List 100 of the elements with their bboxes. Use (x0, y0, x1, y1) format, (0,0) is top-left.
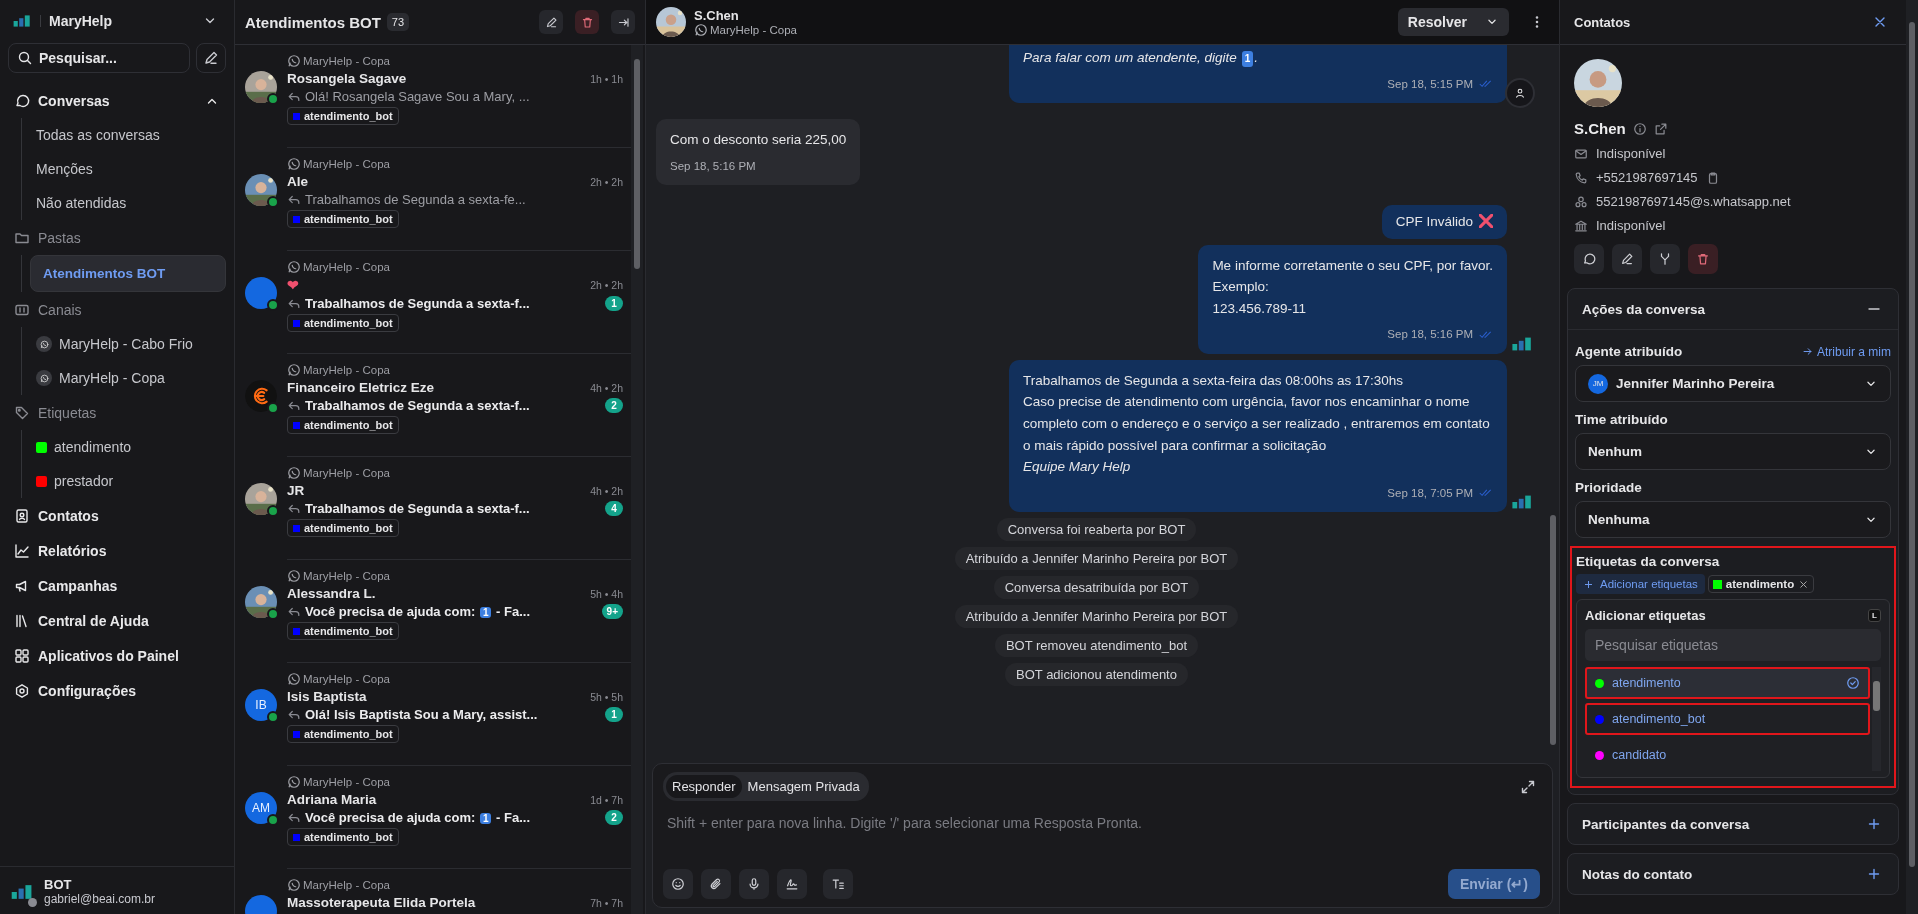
activity-message: Conversa foi reaberta por BOT (996, 518, 1197, 542)
nav-item[interactable]: Relatórios (8, 533, 226, 568)
search-field[interactable]: Pesquisar etiquetas (1585, 629, 1881, 661)
nav-item[interactable]: Aplicativos do Painel (8, 638, 226, 673)
contact-identifier: 5521987697145@s.whatsapp.net (1596, 194, 1791, 209)
avatar-initials: AM (245, 792, 277, 824)
list-title: Atendimentos BOT (245, 13, 381, 31)
add-labels-button[interactable]: Adicionar etiquetas (1576, 574, 1705, 594)
section-title: Notas do contato (1582, 866, 1693, 882)
message-preview: Trabalhamos de Segunda a sexta-f... (305, 501, 530, 516)
section-label: Pastas (38, 229, 82, 246)
conversation-item[interactable]: MaryHelp - Copa Financeiro Eletricz Eze 4h • 2h Trabalhamos de Segunda a sexta-f... 2 atendimento_bot (235, 354, 631, 457)
label-option[interactable]: atendimento (1585, 667, 1870, 699)
nav-item[interactable]: Configurações (8, 673, 226, 708)
conversation-item[interactable]: IB MaryHelp - Copa Isis Baptista 5h • 5h Olá! Isis Baptista Sou a Mary, assist... 1 atendimento_bot (235, 663, 631, 766)
agent-select[interactable]: JM Jennifer Marinho Pereira (1575, 365, 1891, 402)
timestamp: 1h • 1h (590, 72, 623, 85)
incoming-message: Com o desconto seria 225,00 Sep 18, 5:16 PM (656, 119, 861, 185)
timestamp: 1d • 7h (590, 793, 623, 806)
reply-box[interactable]: Responder Mensagem Privada Shift + enter para nova linha. Digite '/' para selecionar uma Resposta Pronta. Enviar (↵) (652, 763, 1553, 908)
outgoing-message: CPF Inválido (1381, 204, 1507, 239)
nav-group-item[interactable]: Conversas (8, 83, 226, 118)
conversation-label: atendimento_bot (287, 210, 399, 228)
conversation-item[interactable]: AM MaryHelp - Copa Adriana Maria 1d • 7h Você precisa de ajuda com: 1 - Fa... 2 atendimento_bot (235, 766, 631, 869)
timestamp: 4h • 2h (590, 381, 623, 394)
unread-count: 2 (605, 398, 623, 413)
channel-name: MaryHelp - Copa (287, 569, 623, 583)
unread-count: 9+ (601, 604, 623, 619)
conversation-item[interactable]: MaryHelp - Copa ❤ 2h • 2h Trabalhamos de Segunda a sexta-f... 1 atendimento_bot (235, 251, 631, 354)
nav-item[interactable]: Campanhas (8, 568, 226, 603)
outgoing-message: Trabalhamos de Segunda a sexta-feira das 08:00hs as 17:30hs Caso precise de atendimento com urgência, favor nos encaminhar o nome completo com o endereço e o serviço a ser realizado , entraremos em contato o mais rápido possível para confirmar a solicitação Equipe Mary Help Sep 18, 7:05 PM (1009, 359, 1507, 513)
section-label: Etiquetas (38, 404, 98, 421)
message-preview: Trabalhamos de Segunda a sexta-f... (305, 398, 530, 413)
search-button[interactable]: Pesquisar... (8, 43, 190, 73)
conversation-item[interactable]: MaryHelp - Copa Alessandra L. 5h • 4h Você precisa de ajuda com: 1 - Fa... 9+ atendimento_bot (235, 560, 631, 663)
conversation-item[interactable]: MaryHelp - Copa Rosangela Sagave 1h • 1h Olá! Rosangela Sagave Sou a Mary, ... atendimento_bot (235, 45, 631, 148)
account-name: MaryHelp (49, 13, 114, 29)
outgoing-message: Me informe corretamente o seu CPF, por favor. Exemplo: 123.456.789-11 Sep 18, 5:16 PM (1198, 244, 1507, 354)
channel-name: MaryHelp - Copa (287, 672, 623, 686)
conversation-label: atendimento_bot (287, 622, 399, 640)
message-preview: Olá! Rosangela Sagave Sou a Mary, ... (305, 89, 530, 104)
contact-name: JR (287, 483, 306, 498)
unread-count: 2 (605, 810, 623, 825)
collapsible-section[interactable]: Participantes da conversa (1567, 803, 1899, 845)
contact-email: Indisponível (1596, 146, 1666, 161)
collapsible-section[interactable]: Notas do contato (1567, 853, 1899, 895)
section-title: Ações da conversa (1582, 301, 1706, 317)
message-input[interactable]: Shift + enter para nova linha. Digite '/' para selecionar uma Resposta Pronta. (663, 801, 1540, 869)
channel-name: MaryHelp - Copa (287, 260, 623, 274)
unread-count: 4 (605, 501, 623, 516)
nav-subitem[interactable]: Todas as conversas (30, 118, 226, 152)
composer-tab[interactable]: Responder (666, 775, 742, 798)
channel-name: MaryHelp - Copa (287, 466, 623, 480)
label-option[interactable]: atendimento_bot (1585, 703, 1870, 735)
conversation-label: atendimento_bot (287, 416, 399, 434)
outgoing-message: Para falar com um atendente, digite 1 . Sep 18, 5:15 PM (1009, 45, 1507, 103)
user-email: gabriel@beai.com.br (44, 892, 155, 906)
dropdown-title: Adicionar etiquetas (1585, 608, 1706, 623)
contact-name: Alessandra L. (287, 586, 377, 601)
assign-to-me-link[interactable]: Atribuir a mim (1802, 344, 1891, 359)
contact-name: Massoterapeuta Elida Portela (287, 895, 477, 910)
timestamp: 2h • 2h (590, 175, 623, 188)
unread-count: 1 (605, 296, 623, 311)
channel-name: MaryHelp - Copa (287, 54, 623, 68)
nav-item[interactable]: Central de Ajuda (8, 603, 226, 638)
nav-subitem[interactable]: Atendimentos BOT (30, 255, 226, 292)
contact-name: Financeiro Eletricz Eze (287, 380, 436, 395)
avatar-initials: IB (245, 689, 277, 721)
team-select[interactable]: Nenhum (1575, 433, 1891, 470)
message-preview: Você precisa de ajuda com: 1 - Fa... (305, 604, 530, 619)
nav-subitem[interactable]: atendimento (30, 430, 226, 464)
resolve-button[interactable]: Resolver (1397, 8, 1509, 36)
conversation-label: atendimento_bot (287, 314, 399, 332)
priority-select[interactable]: Nenhuma (1575, 501, 1891, 538)
contact-name: S.Chen (694, 7, 740, 23)
channel-name: MaryHelp - Copa (287, 157, 623, 171)
conversation-item[interactable]: MaryHelp - Copa Ale 2h • 2h Trabalhamos de Segunda a sexta-fe... atendimento_bot (235, 148, 631, 251)
channel-name: MaryHelp - Copa (287, 878, 623, 892)
nav-subitem[interactable]: MaryHelp - Copa (30, 361, 226, 395)
channel-name: MaryHelp - Copa (287, 363, 623, 377)
conversation-label: atendimento_bot (287, 519, 399, 537)
message-preview: Trabalhamos de Segunda a sexta-fe... (305, 192, 526, 207)
nav-subitem[interactable]: Menções (30, 152, 226, 186)
label-option[interactable]: candidato (1585, 739, 1870, 771)
unread-count: 1 (605, 707, 623, 722)
conversation-item[interactable]: MaryHelp - Copa JR 4h • 2h Trabalhamos de Segunda a sexta-f... 4 atendimento_bot (235, 457, 631, 560)
nav-subitem[interactable]: prestador (30, 464, 226, 498)
contact-name: Ale (287, 174, 309, 189)
message-preview: Você precisa de ajuda com: 1 - Fa... (305, 810, 530, 825)
section-label: Canais (38, 301, 83, 318)
composer-tab[interactable]: Mensagem Privada (741, 775, 866, 798)
contact-name: Adriana Maria (287, 792, 378, 807)
timestamp: 2h • 2h (590, 279, 623, 291)
label-chip: atendimento (1707, 575, 1815, 593)
nav-subitem[interactable]: MaryHelp - Cabo Frio (30, 327, 226, 361)
field-label: Prioridade (1575, 480, 1642, 495)
conversation-item[interactable]: MaryHelp - Copa Massoterapeuta Elida Portela 7h • 7h (235, 869, 631, 914)
nav-subitem[interactable]: Não atendidas (30, 186, 226, 220)
nav-item[interactable]: Contatos (8, 498, 226, 533)
channel-name: MaryHelp - Copa (287, 775, 623, 789)
